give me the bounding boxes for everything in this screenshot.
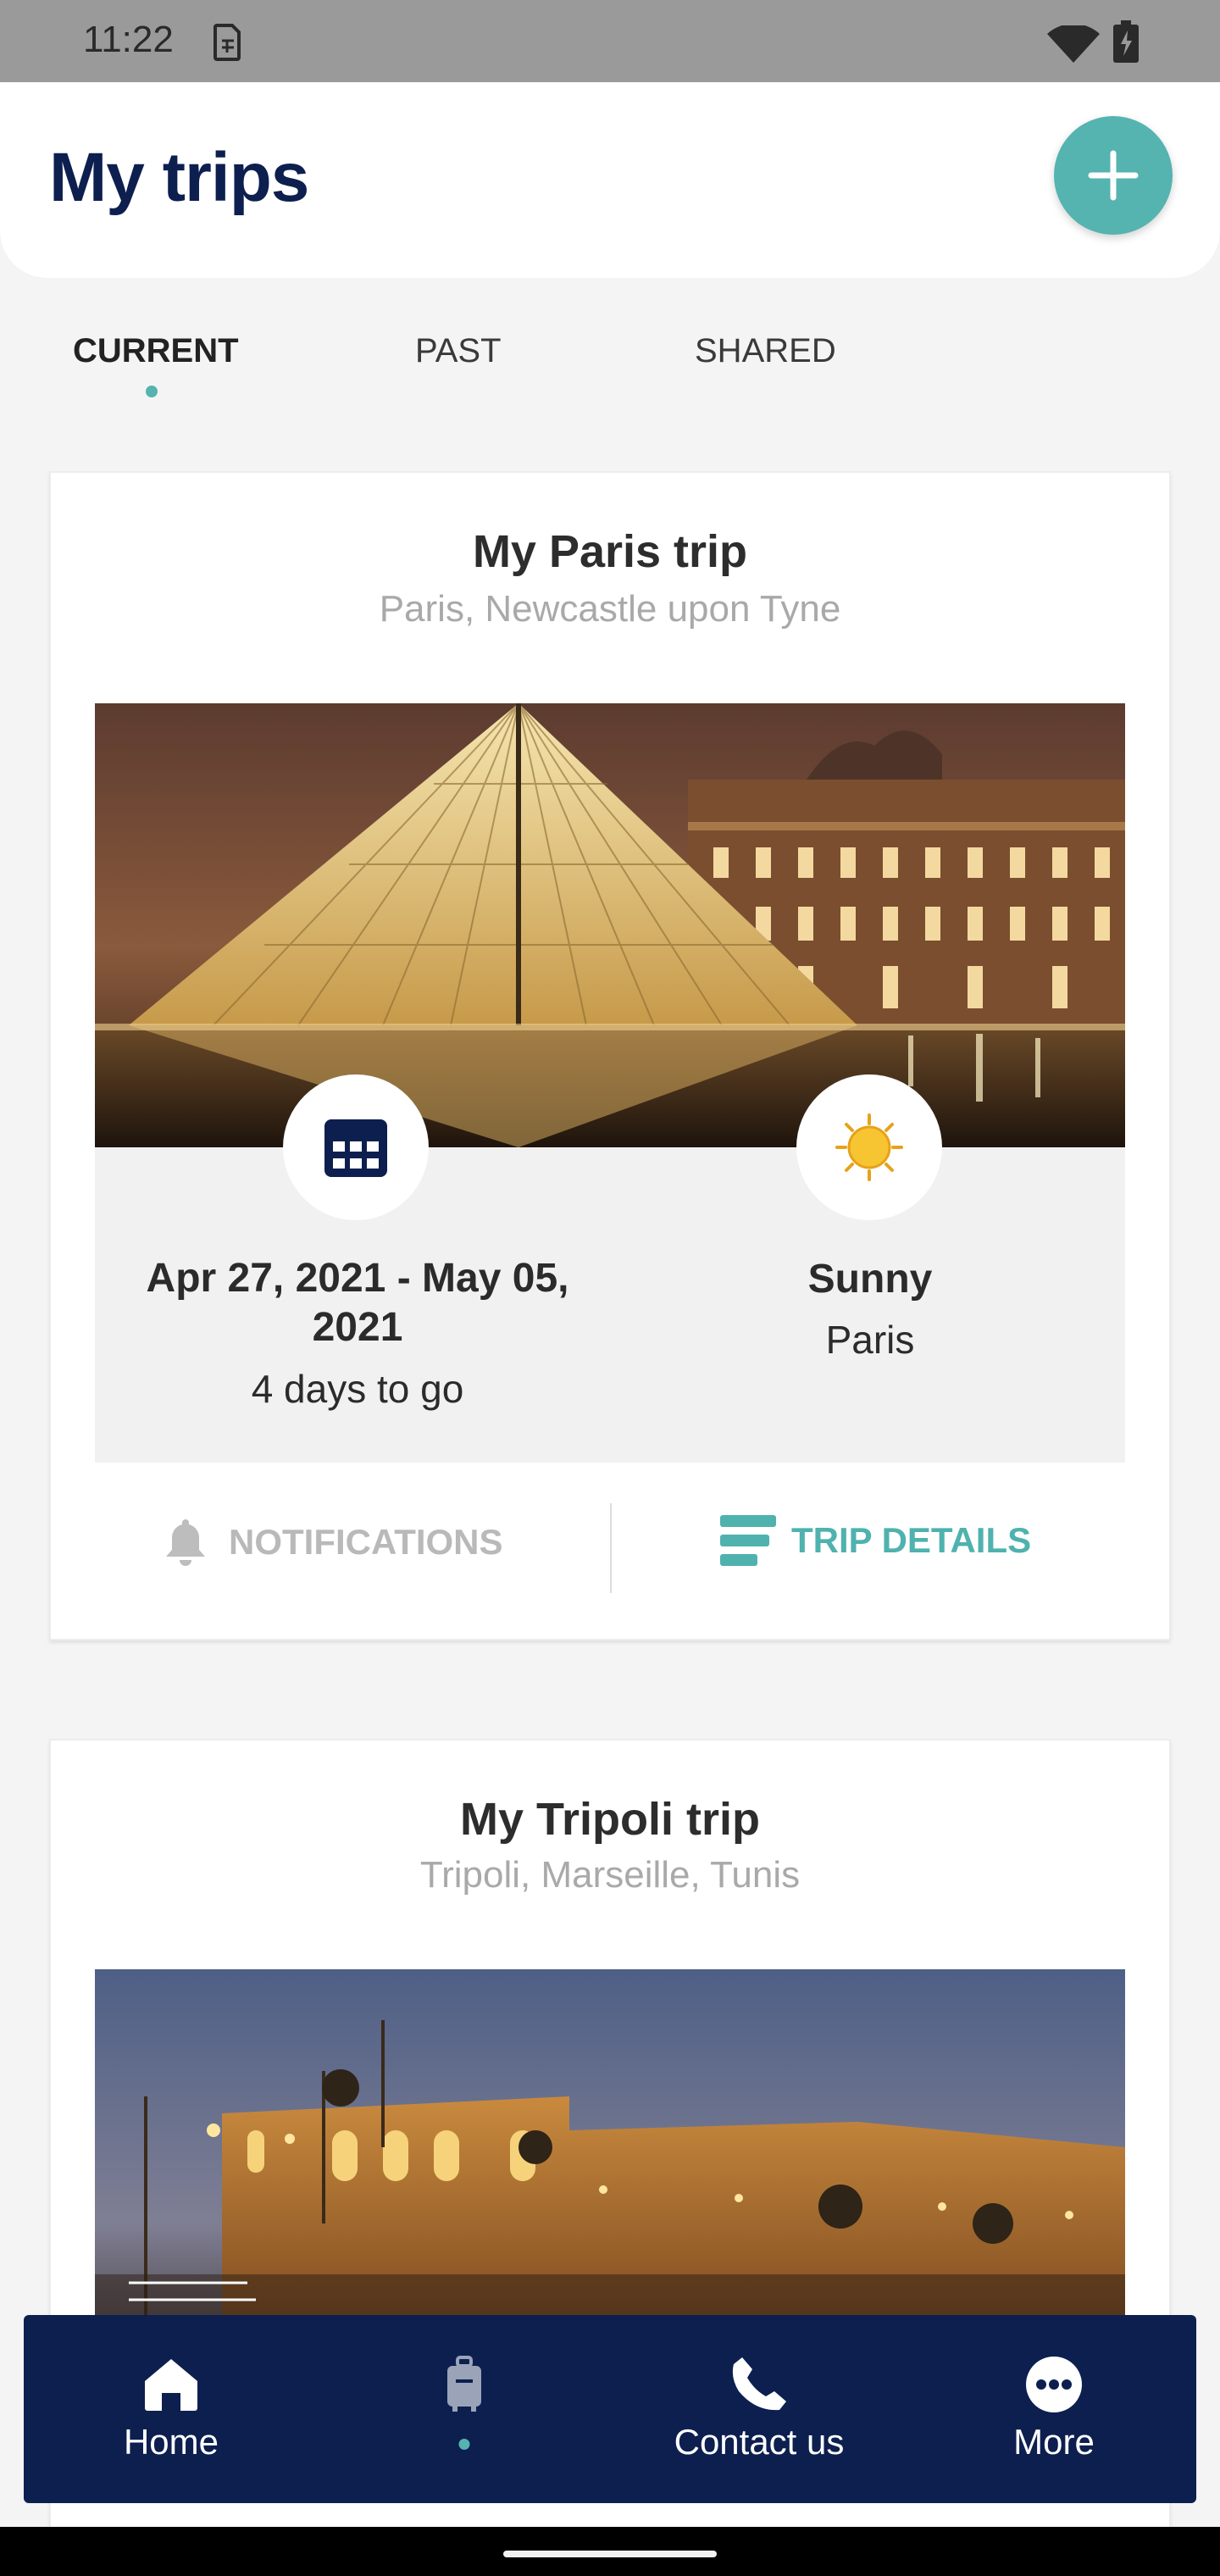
weather-condition: Sunny (807, 1257, 933, 1302)
weather-city: Paris (825, 1318, 915, 1362)
active-tab-indicator (146, 386, 158, 397)
system-navigation-bar (0, 2527, 1220, 2576)
trip-destinations: Paris, Newcastle upon Tyne (379, 588, 841, 630)
calendar-icon (324, 1119, 387, 1177)
sim-card-icon (214, 24, 241, 61)
nav-trips[interactable] (337, 2315, 591, 2503)
nav-active-indicator (458, 2439, 470, 2450)
nav-home-label: Home (123, 2422, 219, 2462)
battery-icon (1113, 20, 1139, 63)
nav-contact-us[interactable]: Contact us (632, 2315, 886, 2503)
notifications-label: NOTIFICATIONS (229, 1522, 503, 1562)
home-icon (145, 2359, 197, 2411)
sun-icon (835, 1113, 903, 1181)
bottom-navigation: Home Contact us More (24, 2315, 1196, 2503)
calendar-badge (283, 1074, 429, 1220)
status-time: 11:22 (83, 19, 174, 60)
trip-image[interactable] (95, 703, 1125, 1147)
trip-card[interactable]: My Paris trip Paris, Newcastle upon Tyne (49, 471, 1171, 1641)
luggage-icon (447, 2356, 481, 2412)
weather-badge (796, 1074, 942, 1220)
page-title: My trips (49, 139, 309, 216)
status-bar: 11:22 (0, 0, 1220, 82)
nav-contact-label: Contact us (674, 2422, 845, 2462)
tab-current[interactable]: CURRENT (73, 332, 239, 370)
trip-info-panel: Apr 27, 2021 - May 05, 2021 4 days to go… (95, 1074, 1125, 1463)
nav-more-label: More (1013, 2422, 1095, 2462)
tab-shared[interactable]: SHARED (695, 332, 836, 370)
card-actions: NOTIFICATIONS TRIP DETAILS (51, 1490, 1169, 1593)
app-header: My trips (0, 82, 1220, 278)
home-indicator[interactable] (503, 2551, 717, 2557)
nav-home[interactable]: Home (44, 2315, 298, 2503)
trip-title: My Paris trip (472, 526, 748, 577)
trip-details-button[interactable]: TRIP DETAILS (720, 1513, 1031, 1568)
notifications-button[interactable]: NOTIFICATIONS (164, 1515, 503, 1569)
nav-more[interactable]: More (927, 2315, 1181, 2503)
plus-icon (1088, 150, 1139, 201)
phone-icon (732, 2357, 786, 2411)
trip-countdown: 4 days to go (251, 1367, 464, 1411)
actions-divider (610, 1503, 612, 1593)
bell-icon (166, 1519, 205, 1566)
wifi-icon (1047, 25, 1100, 63)
trip-title: My Tripoli trip (459, 1794, 760, 1845)
list-icon (720, 1515, 776, 1566)
trip-dates: Apr 27, 2021 - May 05, 2021 (146, 1256, 569, 1350)
more-icon (1026, 2357, 1082, 2412)
tab-past[interactable]: PAST (415, 332, 502, 370)
trip-details-label: TRIP DETAILS (791, 1520, 1032, 1560)
trip-destinations: Tripoli, Marseille, Tunis (419, 1854, 801, 1896)
add-trip-button[interactable] (1054, 116, 1173, 235)
